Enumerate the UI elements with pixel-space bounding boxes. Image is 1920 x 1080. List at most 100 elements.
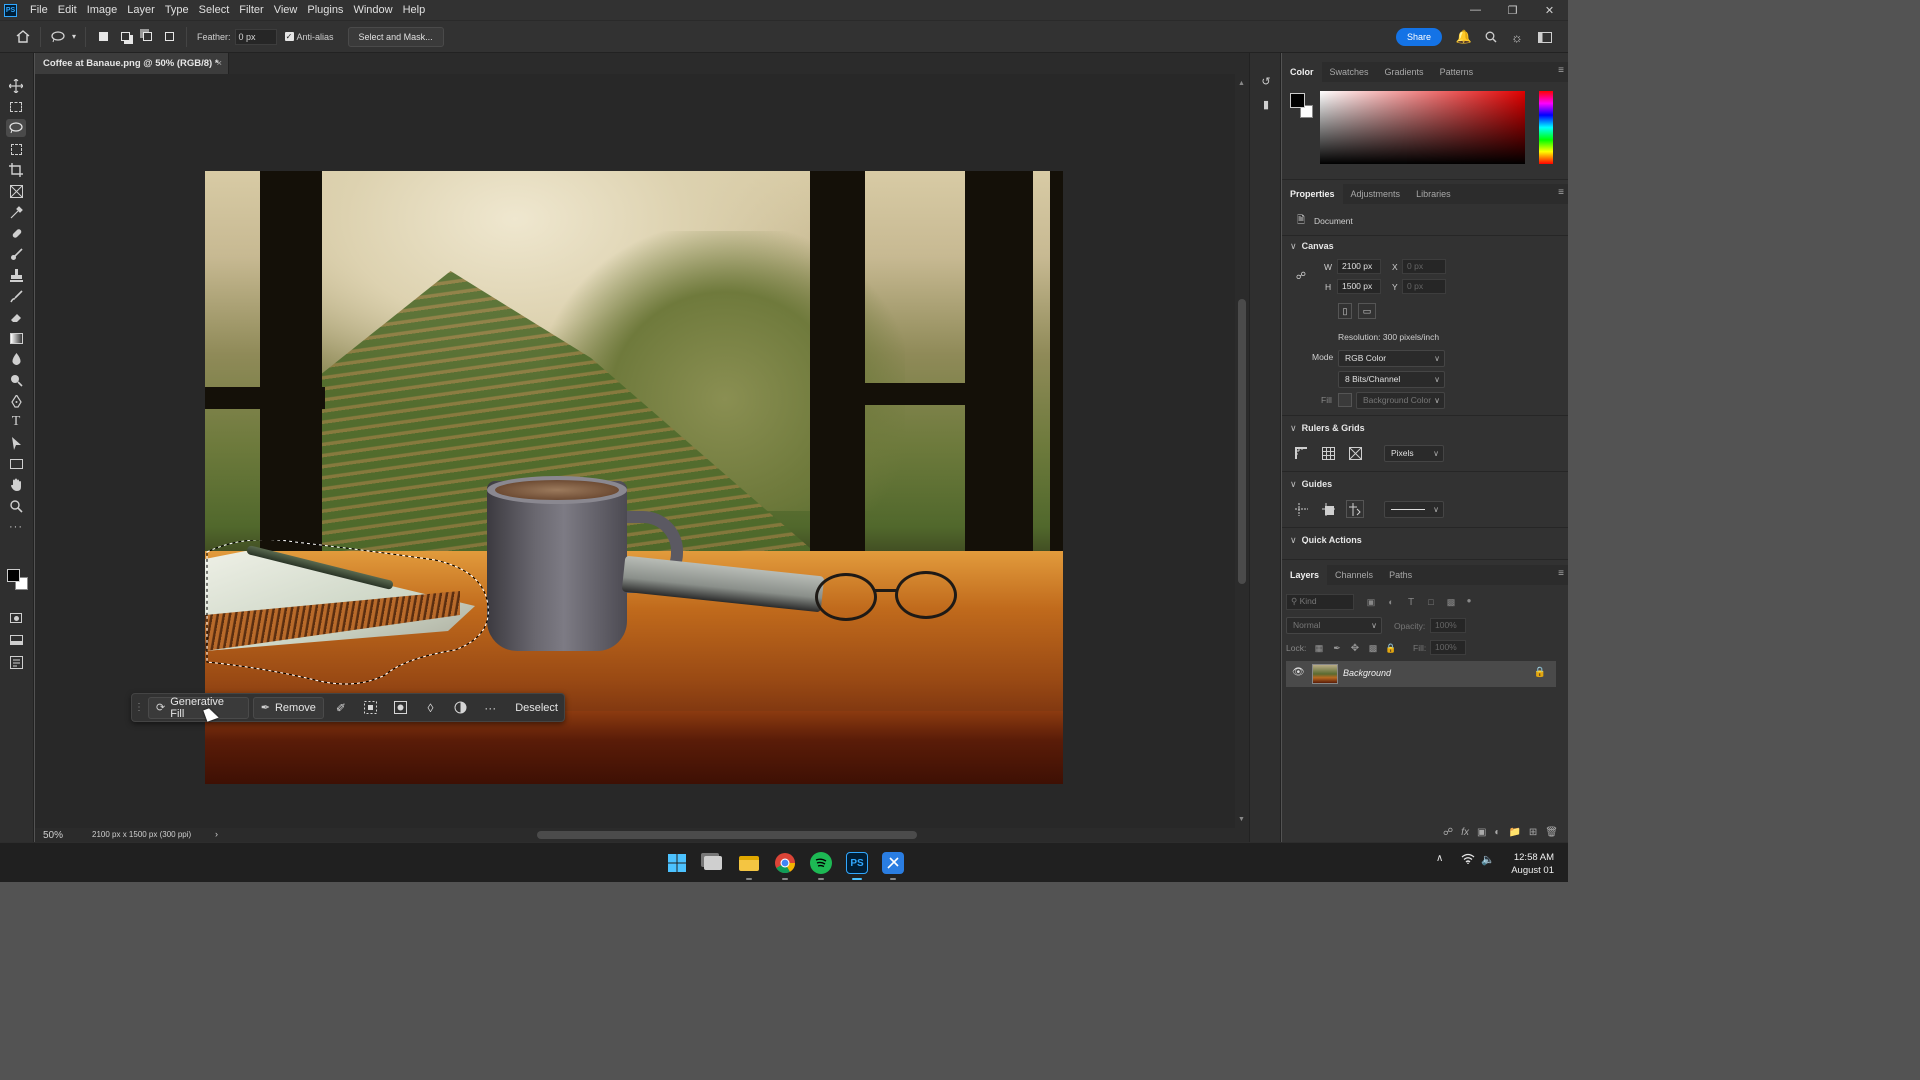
filter-shape-icon[interactable]: □ <box>1422 593 1440 611</box>
crop-tool-icon[interactable] <box>6 161 26 179</box>
foreground-color-swatch[interactable] <box>7 569 20 582</box>
foreground-color-swatch[interactable] <box>1290 93 1305 108</box>
dodge-tool-icon[interactable] <box>6 371 26 389</box>
clone-stamp-tool-icon[interactable] <box>6 266 26 284</box>
layer-kind-filter[interactable]: ⚲ Kind <box>1286 594 1354 610</box>
guides-section-header[interactable]: ∨ Guides <box>1290 479 1332 490</box>
wifi-icon[interactable] <box>1461 853 1475 867</box>
canvas-section-header[interactable]: ∨ Canvas <box>1290 241 1334 252</box>
edit-toolbar-icon[interactable] <box>6 653 26 671</box>
add-selection-icon[interactable] <box>114 26 136 48</box>
select-and-mask-button[interactable]: Select and Mask... <box>347 26 444 47</box>
menu-image[interactable]: Image <box>82 0 123 20</box>
volume-icon[interactable]: 🔈 <box>1481 853 1495 866</box>
tab-adjustments[interactable]: Adjustments <box>1343 184 1409 204</box>
tab-gradients[interactable]: Gradients <box>1377 62 1432 82</box>
guide-style-select[interactable]: ∨ <box>1384 501 1444 518</box>
scroll-up-arrow-icon[interactable]: ▲ <box>1238 80 1245 87</box>
minimize-icon[interactable]: — <box>1457 0 1494 20</box>
tab-paths[interactable]: Paths <box>1381 565 1420 585</box>
blend-mode-select[interactable]: Normal ∨ <box>1286 617 1382 634</box>
file-explorer-icon[interactable] <box>738 852 760 874</box>
history-brush-tool-icon[interactable] <box>6 287 26 305</box>
panel-menu-icon[interactable]: ≡ <box>1558 187 1564 198</box>
more-options-icon[interactable]: ··· <box>477 697 503 719</box>
menu-window[interactable]: Window <box>348 0 397 20</box>
share-button[interactable]: Share <box>1395 28 1442 46</box>
zoom-level[interactable]: 50% <box>43 830 63 841</box>
bit-depth-select[interactable]: 8 Bits/Channel ∨ <box>1338 371 1445 388</box>
discover-lightbulb-icon[interactable]: ☼ <box>1508 28 1526 46</box>
add-mask-icon[interactable]: ▣ <box>1477 827 1486 838</box>
brush-tool-icon[interactable] <box>6 245 26 263</box>
horizontal-scroll-thumb[interactable] <box>537 831 917 839</box>
snipping-tool-icon[interactable] <box>882 852 904 874</box>
comments-panel-icon[interactable]: ▮ <box>1258 96 1274 112</box>
type-tool-icon[interactable]: T <box>6 413 26 431</box>
landscape-orientation-icon[interactable]: ▭ <box>1358 303 1376 319</box>
generative-fill-button[interactable]: ⟳ Generative Fill <box>148 696 249 720</box>
tab-properties[interactable]: Properties <box>1282 184 1343 204</box>
layer-row[interactable]: 👁 Background 🔒 <box>1286 661 1556 687</box>
new-layer-icon[interactable]: ⊞ <box>1529 827 1537 838</box>
height-input[interactable]: 1500 px <box>1337 279 1381 294</box>
lock-transparent-icon[interactable]: ▦ <box>1310 639 1328 657</box>
healing-brush-tool-icon[interactable] <box>6 224 26 242</box>
path-selection-tool-icon[interactable] <box>6 434 26 452</box>
eyedropper-tool-icon[interactable] <box>6 203 26 221</box>
system-clock[interactable]: 12:58 AM August 01 <box>1500 851 1554 877</box>
tab-layers[interactable]: Layers <box>1282 565 1328 585</box>
fill-select[interactable]: Background Color ∨ <box>1356 392 1445 409</box>
deselect-button[interactable]: Deselect <box>509 702 564 714</box>
guide-icon[interactable] <box>1292 500 1310 518</box>
properties-scrollbar[interactable] <box>1558 239 1564 535</box>
task-view-icon[interactable] <box>702 852 724 874</box>
status-menu-arrow-icon[interactable]: › <box>215 829 218 839</box>
tab-libraries[interactable]: Libraries <box>1408 184 1459 204</box>
search-icon[interactable] <box>1482 28 1500 46</box>
width-input[interactable]: 2100 px <box>1337 259 1381 274</box>
modify-selection-icon[interactable]: ✐ <box>328 697 354 719</box>
lasso-preset-icon[interactable] <box>47 26 69 48</box>
drag-handle-icon[interactable]: ⋮ <box>134 697 144 719</box>
filter-toggle-icon[interactable]: ● <box>1460 591 1478 609</box>
object-selection-tool-icon[interactable] <box>6 140 26 158</box>
fill-swatch[interactable] <box>1338 393 1352 407</box>
layer-style-icon[interactable]: fx <box>1461 827 1469 838</box>
lock-position-icon[interactable]: ✥ <box>1346 639 1364 657</box>
pixel-grid-icon[interactable] <box>1346 444 1364 462</box>
document-tab[interactable]: Coffee at Banaue.png @ 50% (RGB/8) * × <box>35 53 229 74</box>
vertical-scroll-thumb[interactable] <box>1238 299 1246 584</box>
lasso-tool-icon[interactable] <box>6 119 26 137</box>
menu-type[interactable]: Type <box>160 0 194 20</box>
mode-select[interactable]: RGB Color ∨ <box>1338 350 1445 367</box>
photoshop-taskbar-icon[interactable]: PS <box>846 852 868 874</box>
rulers-grids-section-header[interactable]: ∨ Rulers & Grids <box>1290 423 1365 434</box>
anti-alias-checkbox[interactable]: ✓ <box>284 32 294 41</box>
menu-help[interactable]: Help <box>398 0 431 20</box>
show-hidden-icons-chevron-icon[interactable]: ∧ <box>1436 853 1443 864</box>
chrome-icon[interactable] <box>774 852 796 874</box>
quick-mask-icon[interactable] <box>6 609 26 627</box>
x-input[interactable]: 0 px <box>1402 259 1446 274</box>
remove-button[interactable]: ✒ Remove <box>252 696 324 719</box>
menu-plugins[interactable]: Plugins <box>302 0 348 20</box>
guide-layout-icon[interactable] <box>1319 500 1337 518</box>
eraser-tool-icon[interactable] <box>6 308 26 326</box>
new-group-icon[interactable]: 📁 <box>1508 827 1520 838</box>
menu-edit[interactable]: Edit <box>53 0 82 20</box>
tab-color[interactable]: Color <box>1282 62 1322 82</box>
scroll-down-arrow-icon[interactable]: ▼ <box>1238 816 1245 823</box>
adjustment-layer-icon[interactable] <box>447 697 473 719</box>
filter-smart-object-icon[interactable]: ▩ <box>1442 593 1460 611</box>
new-selection-icon[interactable] <box>92 26 114 48</box>
menu-file[interactable]: File <box>25 0 53 20</box>
blur-tool-icon[interactable] <box>6 350 26 368</box>
delete-layer-icon[interactable]: 🗑 <box>1545 827 1558 838</box>
lasso-selection-marquee[interactable] <box>205 540 495 688</box>
quick-actions-section-header[interactable]: ∨ Quick Actions <box>1290 535 1362 544</box>
zoom-tool-icon[interactable] <box>6 497 26 515</box>
create-mask-icon[interactable] <box>388 697 414 719</box>
ruler-icon[interactable] <box>1292 444 1310 462</box>
gradient-tool-icon[interactable] <box>6 329 26 347</box>
